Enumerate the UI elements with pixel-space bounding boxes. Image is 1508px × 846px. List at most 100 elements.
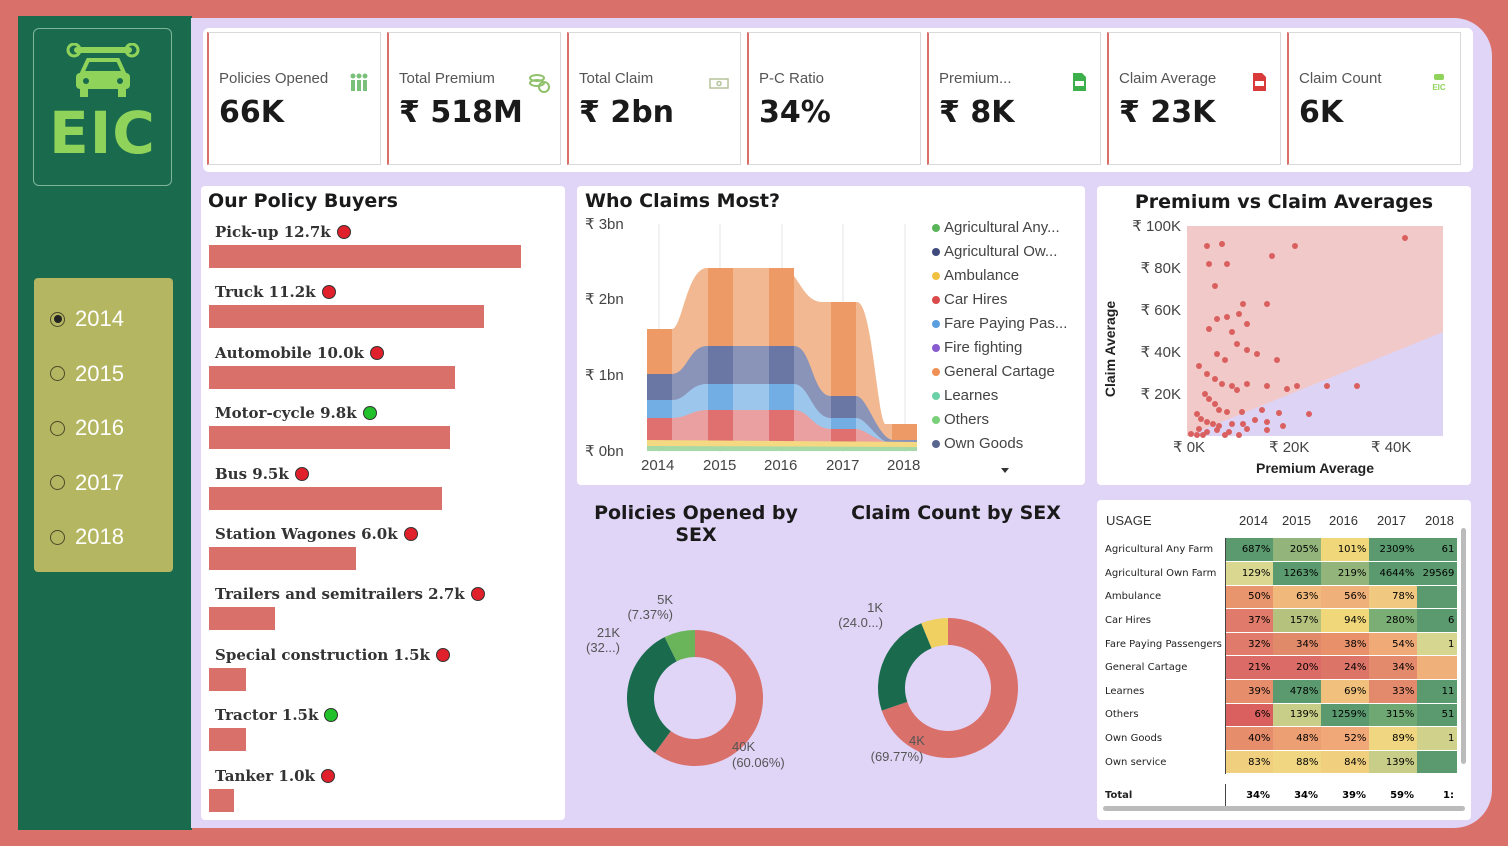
table-row[interactable]: Learnes 39% 478% 69% 33% 11 [1097,679,1458,704]
table-row[interactable]: Agricultural Own Farm 129% 1263% 219% 4644% 2… [1097,561,1458,586]
scatter-point[interactable] [1354,383,1360,389]
scatter-point[interactable] [1214,427,1220,433]
kpi-policies-opened[interactable]: Policies Opened 66K [207,32,381,165]
scatter-point[interactable] [1240,421,1246,427]
scatter-point[interactable] [1274,357,1280,363]
kpi-claim-count[interactable]: Claim Count 6K EIC [1287,32,1461,165]
legend-item[interactable]: Car Hires [932,291,1007,308]
scatter-point[interactable] [1219,241,1225,247]
legend-item[interactable]: Learnes [932,387,998,404]
scatter-point[interactable] [1254,351,1260,357]
scatter-point[interactable] [1224,409,1230,415]
scatter-point[interactable] [1239,409,1245,415]
scatter-point[interactable] [1204,419,1210,425]
scatter-point[interactable] [1212,283,1218,289]
legend-item[interactable]: Agricultural Any... [932,219,1060,236]
scatter-point[interactable] [1229,329,1235,335]
scatter-point[interactable] [1244,381,1250,387]
scatter-point[interactable] [1216,407,1222,413]
scatter-point[interactable] [1236,432,1242,438]
scatter-point[interactable] [1264,427,1270,433]
scatter-point[interactable] [1219,381,1225,387]
kpi-premium-average[interactable]: Premium... ₹ 8K [927,32,1101,165]
table-row[interactable]: Fare Paying Passengers 32% 34% 38% 54% 1 [1097,632,1458,657]
scatter-point[interactable] [1222,357,1228,363]
legend-item[interactable]: Fire fighting [932,339,1022,356]
scatter-point[interactable] [1198,416,1204,422]
scatter-point[interactable] [1224,314,1230,320]
scatter-point[interactable] [1194,411,1200,417]
radio-icon[interactable] [50,529,65,545]
scatter-point[interactable] [1204,243,1210,249]
year-option-2014[interactable]: 2014 [34,292,173,347]
scatter-point[interactable] [1276,410,1282,416]
legend-item[interactable]: Fare Paying Pas... [932,315,1067,332]
scatter-point[interactable] [1264,419,1270,425]
scatter-point[interactable] [1196,426,1202,432]
scatter-point[interactable] [1259,407,1265,413]
donut-slice[interactable] [878,623,932,711]
scatter-point[interactable] [1222,432,1228,438]
buyer-bar[interactable] [209,788,234,812]
scatter-point[interactable] [1252,417,1258,423]
scatter-point[interactable] [1229,421,1235,427]
buyer-bar[interactable] [209,667,246,691]
scatter-point[interactable] [1306,411,1312,417]
buyer-bar[interactable] [209,728,246,752]
scatter-point[interactable] [1244,321,1250,327]
scatter-point[interactable] [1194,432,1200,438]
scatter-point[interactable] [1264,383,1270,389]
chevron-down-icon[interactable] [1000,467,1010,475]
scatter-point[interactable] [1244,426,1250,432]
scatter-point[interactable] [1264,301,1270,307]
buyer-bar[interactable] [209,607,276,631]
scatter-point[interactable] [1234,341,1240,347]
scatter-point[interactable] [1284,386,1290,392]
legend-item[interactable]: Others [932,411,989,428]
scatter-point[interactable] [1202,391,1208,397]
scatter-point[interactable] [1212,376,1218,382]
radio-selected-icon[interactable] [50,311,65,327]
table-row[interactable]: Agricultural Any Farm 687% 205% 101% 2309% 61 [1097,538,1458,563]
year-option-2018[interactable]: 2018 [34,510,173,565]
legend-item[interactable]: Ambulance [932,267,1019,284]
radio-icon[interactable] [50,366,65,382]
buyer-bar[interactable] [209,426,450,450]
scatter-point[interactable] [1200,432,1206,438]
radio-icon[interactable] [50,475,65,491]
year-option-2016[interactable]: 2016 [34,401,173,456]
scatter-point[interactable] [1214,351,1220,357]
kpi-claim-average[interactable]: Claim Average ₹ 23K [1107,32,1281,165]
year-option-2017[interactable]: 2017 [34,456,173,511]
scatter-point[interactable] [1402,235,1408,241]
legend-item[interactable]: Own Goods [932,435,1023,452]
table-row[interactable]: Car Hires 37% 157% 94% 280% 6 [1097,608,1458,633]
scatter-point[interactable] [1234,387,1240,393]
table-row[interactable]: Others 6% 139% 1259% 315% 51 [1097,703,1458,728]
scatter-point[interactable] [1292,243,1298,249]
table-row[interactable]: General Cartage 21% 20% 24% 34% [1097,655,1458,681]
radio-icon[interactable] [50,420,65,436]
kpi-total-claim[interactable]: Total Claim ₹ 2bn [567,32,741,165]
scatter-point[interactable] [1236,311,1242,317]
scatter-point[interactable] [1294,383,1300,389]
scatter-point[interactable] [1206,396,1212,402]
scatter-point[interactable] [1206,261,1212,267]
scatter-point[interactable] [1188,431,1194,437]
buyer-bar[interactable] [209,305,485,329]
buyer-bar[interactable] [209,365,455,389]
scatter-point[interactable] [1324,383,1330,389]
scatter-point[interactable] [1224,261,1230,267]
scatter-point[interactable] [1229,383,1235,389]
buyer-bar[interactable] [209,486,443,510]
kpi-pc-ratio[interactable]: P-C Ratio 34% [747,32,921,165]
scatter-point[interactable] [1280,423,1286,429]
scatter-point[interactable] [1212,401,1218,407]
scatter-point[interactable] [1206,326,1212,332]
scatter-point[interactable] [1244,347,1250,353]
scatter-point[interactable] [1240,301,1246,307]
table-row[interactable]: Own Goods 40% 48% 52% 89% 1 [1097,726,1458,751]
vertical-scrollbar[interactable] [1461,528,1466,764]
scatter-point[interactable] [1210,421,1216,427]
scatter-point[interactable] [1204,371,1210,377]
